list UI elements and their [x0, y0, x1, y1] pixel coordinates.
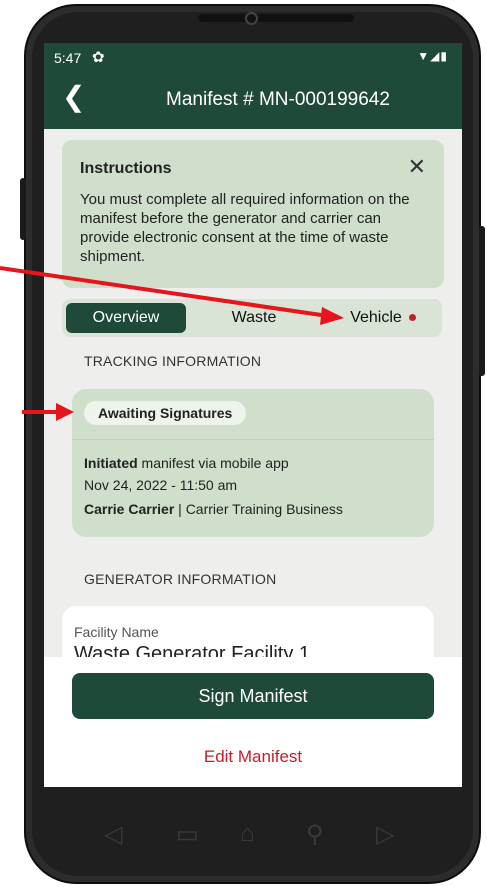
close-icon[interactable]: ✕	[408, 154, 426, 180]
nav-home-icon[interactable]: ⌂	[240, 820, 255, 848]
page-title: Manifest # MN-000199642	[166, 89, 390, 110]
phone-side-button-right	[479, 226, 485, 376]
nav-back-icon[interactable]: ◁	[104, 820, 122, 849]
divider	[72, 439, 434, 440]
tracking-timestamp: Nov 24, 2022 - 11:50 am	[84, 477, 238, 493]
generator-section-title: GENERATOR INFORMATION	[84, 571, 277, 587]
system-nav-bar: ◁ ▭ ⌂ ⚲ ▷	[44, 800, 462, 866]
alert-dot-icon	[408, 314, 416, 322]
nav-recents-icon[interactable]: ▭	[176, 820, 199, 849]
tracking-person-name: Carrie Carrier	[84, 501, 175, 517]
bottom-action-panel: Sign Manifest Edit Manifest	[44, 657, 462, 787]
status-bar: 5:47 ✿ ▼◢▮	[44, 43, 462, 73]
nav-forward-icon[interactable]: ▷	[376, 820, 394, 849]
tab-bar: Overview Waste Vehicle	[62, 299, 442, 337]
edit-manifest-link[interactable]: Edit Manifest	[44, 747, 462, 767]
tab-vehicle[interactable]: Vehicle	[324, 303, 442, 333]
tracking-organization: | Carrier Training Business	[174, 501, 343, 517]
sign-manifest-button[interactable]: Sign Manifest	[72, 673, 434, 719]
status-badge: Awaiting Signatures	[84, 401, 247, 425]
tracking-action-verb: Initiated	[84, 455, 138, 471]
gear-icon: ✿	[92, 49, 105, 66]
tab-waste-label: Waste	[231, 309, 277, 326]
phone-side-button-left	[20, 178, 26, 240]
signal-battery-icons: ▼◢▮	[417, 49, 448, 63]
phone-camera	[245, 12, 258, 25]
phone-speaker	[198, 14, 354, 22]
status-time: 5:47	[54, 50, 82, 66]
tab-overview-label: Overview	[92, 309, 160, 326]
tab-vehicle-label: Vehicle	[350, 309, 402, 326]
instructions-heading: Instructions	[80, 160, 172, 177]
instructions-banner: Instructions ✕ You must complete all req…	[62, 140, 444, 288]
tracking-card: Awaiting Signatures Initiated manifest v…	[72, 389, 434, 537]
back-chevron-icon[interactable]: ❮	[62, 83, 85, 111]
facility-name-label: Facility Name	[74, 624, 159, 640]
app-screen: 5:47 ✿ ▼◢▮ ❮ Manifest # MN-000199642 Ins…	[44, 43, 462, 787]
tracking-section-title: TRACKING INFORMATION	[84, 353, 262, 369]
tracking-person: Carrie Carrier | Carrier Training Busine…	[84, 501, 343, 517]
tab-overview[interactable]: Overview	[66, 303, 186, 333]
instructions-body: You must complete all required informati…	[80, 191, 410, 265]
tracking-action-text: manifest via mobile app	[137, 455, 289, 471]
app-bar: ❮ Manifest # MN-000199642	[44, 73, 462, 129]
tab-waste[interactable]: Waste	[194, 303, 314, 333]
tracking-action: Initiated manifest via mobile app	[84, 455, 289, 471]
nav-search-icon[interactable]: ⚲	[306, 820, 324, 849]
